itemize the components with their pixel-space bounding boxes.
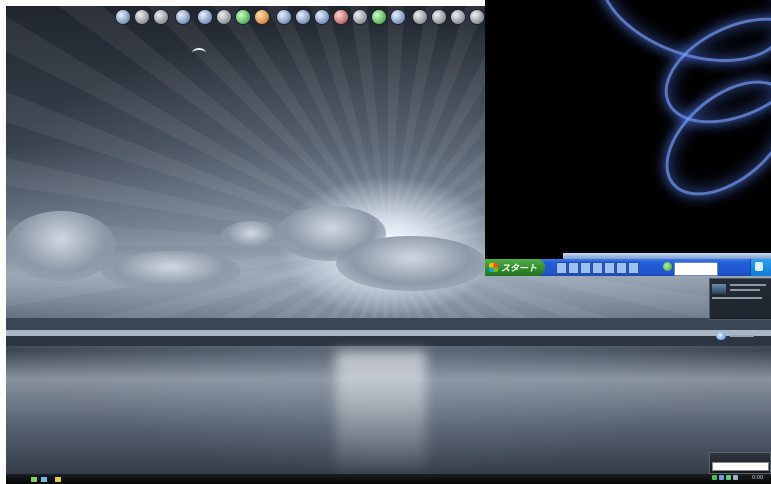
start-label: スタート <box>501 264 538 274</box>
volume-icon[interactable] <box>719 475 724 480</box>
app-icon[interactable] <box>726 475 731 480</box>
thumbnail <box>712 284 726 294</box>
app-icon[interactable] <box>295 9 311 25</box>
app-icon[interactable] <box>31 477 37 482</box>
app-icon[interactable] <box>314 9 330 25</box>
info-text-line <box>730 289 760 291</box>
tray-icon[interactable] <box>755 262 763 271</box>
user-icon[interactable] <box>450 9 466 25</box>
cloud <box>336 236 486 291</box>
mail-icon[interactable] <box>716 332 726 340</box>
quicklaunch-icon[interactable] <box>580 262 591 274</box>
app-icon[interactable] <box>333 9 349 25</box>
secondary-desktop <box>485 0 771 276</box>
cloud <box>221 221 281 251</box>
system-tray <box>712 475 738 480</box>
network-icon[interactable] <box>712 475 717 480</box>
quicklaunch-icon[interactable] <box>628 262 639 274</box>
folder-icon[interactable] <box>55 477 61 482</box>
cloud <box>101 251 241 291</box>
search-icon[interactable] <box>663 262 672 271</box>
app-icon[interactable] <box>115 9 131 25</box>
taskbar-search-input[interactable] <box>674 262 718 276</box>
trash-icon[interactable] <box>469 9 485 25</box>
quicklaunch-icon[interactable] <box>616 262 627 274</box>
start-button[interactable]: スタート <box>485 259 545 276</box>
info-text-line <box>712 297 762 299</box>
app-icon[interactable] <box>390 9 406 25</box>
home-icon[interactable] <box>175 9 191 25</box>
user-icon[interactable] <box>431 9 447 25</box>
wave-band <box>6 336 771 346</box>
bottom-taskbar <box>6 474 771 484</box>
quicklaunch-icon[interactable] <box>604 262 615 274</box>
quicklaunch-icon[interactable] <box>568 262 579 274</box>
app-icon[interactable] <box>153 9 169 25</box>
top-dock <box>115 6 485 28</box>
quicklaunch-icon[interactable] <box>556 262 567 274</box>
wave-band <box>6 318 771 330</box>
info-text-line <box>730 284 766 286</box>
quicklaunch-icon[interactable] <box>592 262 603 274</box>
app-icon[interactable] <box>733 475 738 480</box>
mail-label <box>730 335 754 337</box>
app-icon[interactable] <box>352 9 368 25</box>
fire-icon[interactable] <box>254 9 270 25</box>
bird-shape <box>192 48 206 58</box>
leaf-icon[interactable] <box>235 9 251 25</box>
app-icon[interactable] <box>134 9 150 25</box>
globe-icon[interactable] <box>197 9 213 25</box>
clock-label: 0:00 <box>752 475 764 481</box>
user-icon[interactable] <box>412 9 428 25</box>
windows-logo-icon <box>489 263 498 272</box>
app-icon[interactable] <box>371 9 387 25</box>
sun-reflection <box>336 351 426 471</box>
app-icon[interactable] <box>276 9 292 25</box>
search-input[interactable] <box>712 462 769 471</box>
cloud <box>6 211 116 281</box>
globe-icon[interactable] <box>216 9 232 25</box>
app-icon[interactable] <box>41 477 47 482</box>
